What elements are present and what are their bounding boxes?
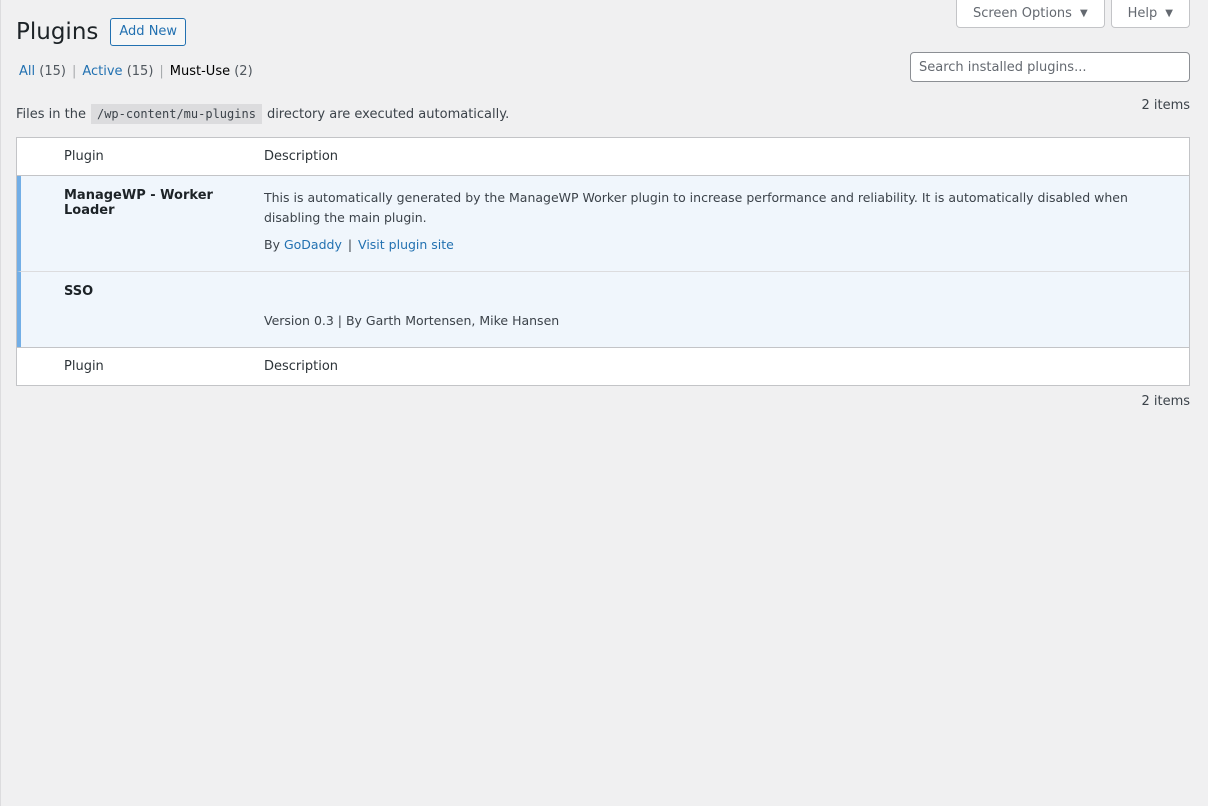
plugin-description: This is automatically generated by the M… <box>264 190 1128 225</box>
mu-plugins-path: /wp-content/mu-plugins <box>90 104 262 124</box>
mu-plugins-notice: Files in the /wp-content/mu-plugins dire… <box>16 104 509 124</box>
help-label: Help <box>1127 6 1158 21</box>
plugin-status-filters: All (15) | Active (15) | Must-Use (2) <box>19 64 253 79</box>
table-row: ManageWP - Worker Loader This is automat… <box>17 176 1189 271</box>
column-header-plugin: Plugin <box>64 149 104 164</box>
help-button[interactable]: Help ▼ <box>1110 0 1190 28</box>
column-header-description: Description <box>264 149 339 164</box>
filter-separator: | <box>159 64 164 79</box>
screen-options-button[interactable]: Screen Options ▼ <box>955 0 1105 28</box>
filter-active-link[interactable]: Active <box>82 64 122 79</box>
table-footer: Plugin Description <box>17 347 1189 385</box>
filter-must-use: Must-Use (2) <box>170 64 253 79</box>
plugin-meta-separator: | <box>347 237 353 252</box>
search-plugins-input[interactable] <box>910 52 1190 82</box>
page-title: Plugins <box>16 19 99 45</box>
plugin-meta: By GoDaddy | Visit plugin site <box>264 235 1175 255</box>
items-count-bottom: 2 items <box>1141 394 1190 409</box>
add-new-button[interactable]: Add New <box>110 18 187 46</box>
filter-must-use-link[interactable]: Must-Use <box>170 64 230 79</box>
plugin-description <box>264 284 1175 304</box>
column-footer-description: Description <box>264 359 339 374</box>
plugin-description-cell: Version 0.3 | By Garth Mortensen, Mike H… <box>262 272 1189 347</box>
triangle-down-icon: ▼ <box>1165 8 1173 19</box>
page-header: Plugins Add New <box>16 18 187 46</box>
visit-plugin-site-link[interactable]: Visit plugin site <box>358 237 454 252</box>
column-footer-plugin: Plugin <box>64 359 104 374</box>
filter-all-count: (15) <box>39 64 66 79</box>
plugin-by-label: By <box>264 237 280 252</box>
plugin-name: ManageWP - Worker Loader <box>64 188 213 218</box>
items-count-top: 2 items <box>1141 98 1190 113</box>
plugins-table: Plugin Description ManageWP - Worker Loa… <box>16 137 1190 386</box>
screen-meta-links: Screen Options ▼ Help ▼ <box>955 0 1190 28</box>
table-row: SSO Version 0.3 | By Garth Mortensen, Mi… <box>17 271 1189 347</box>
table-header: Plugin Description <box>17 138 1189 176</box>
plugin-description-cell: This is automatically generated by the M… <box>262 176 1189 271</box>
filter-must-use-count: (2) <box>234 64 253 79</box>
filter-all: All (15) | <box>19 64 82 79</box>
filter-active-count: (15) <box>126 64 154 79</box>
plugin-meta: Version 0.3 | By Garth Mortensen, Mike H… <box>264 313 560 328</box>
filter-active: Active (15) | <box>82 64 169 79</box>
filter-all-link[interactable]: All <box>19 64 35 79</box>
notice-text-after: directory are executed automatically. <box>266 106 510 122</box>
plugin-author-link[interactable]: GoDaddy <box>284 237 342 252</box>
screen-options-label: Screen Options <box>972 6 1072 21</box>
notice-text-before: Files in the <box>16 106 86 122</box>
filter-separator: | <box>71 64 77 79</box>
plugin-name: SSO <box>64 284 94 299</box>
triangle-down-icon: ▼ <box>1079 8 1088 19</box>
